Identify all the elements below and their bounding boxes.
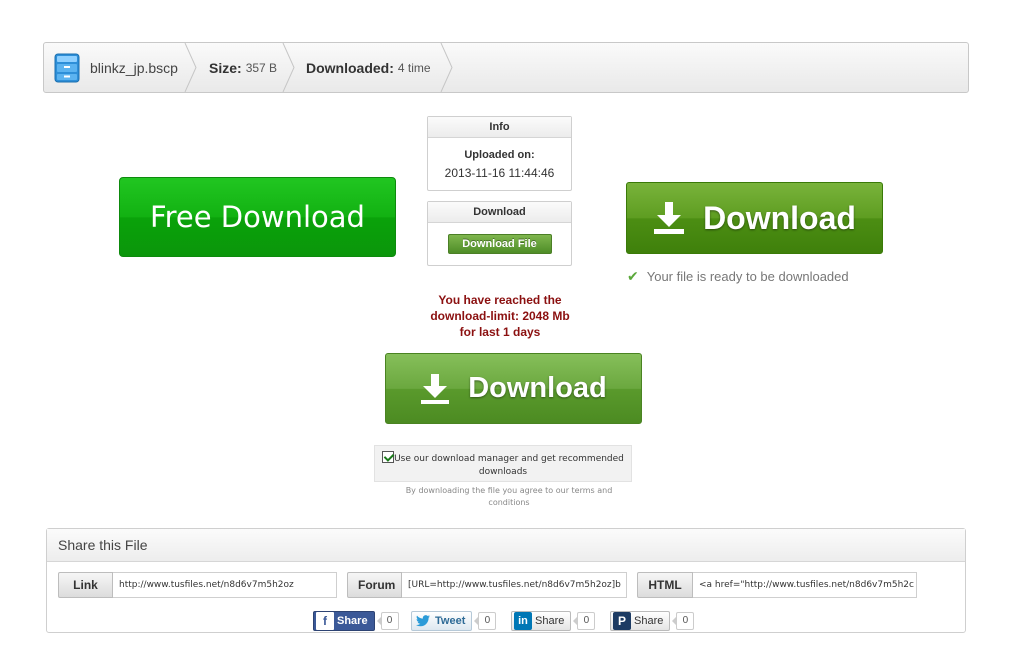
linkedin-share-button[interactable]: in Share (511, 611, 572, 631)
forum-field[interactable]: [URL=http://www.tusfiles.net/n8d6v7m5h2o… (402, 572, 627, 598)
file-size-crumb: Size: 357 B (209, 43, 277, 92)
share-link-row: Link http://www.tusfiles.net/n8d6v7m5h2o… (58, 572, 337, 598)
download-button-primary-label: Download (703, 199, 856, 236)
file-info-bar: blinkz_jp.bscp Size: 357 B Downloaded: 4… (43, 42, 969, 93)
twitter-bird-icon (414, 612, 432, 630)
file-cabinet-icon (54, 53, 80, 82)
download-arrow-icon (654, 202, 685, 234)
download-manager-option: Use our download manager and get recomme… (374, 445, 632, 482)
downloaded-label: Downloaded: (306, 59, 394, 76)
pinterest-share: P Share 0 (610, 610, 695, 632)
facebook-share-label: Share (337, 615, 368, 627)
downloaded-value: 4 time (397, 60, 431, 75)
download-box: Download Download File (427, 201, 572, 266)
forum-label: Forum (347, 572, 402, 598)
download-button-primary[interactable]: Download (626, 182, 883, 254)
share-html-row: HTML <a href="http://www.tusfiles.net/n8… (637, 572, 917, 598)
breadcrumb-separator (282, 43, 295, 92)
pinterest-icon: P (613, 612, 631, 630)
free-download-button[interactable]: Free Download (119, 177, 396, 257)
size-label: Size: (209, 59, 242, 76)
download-manager-text: Use our download manager and get recomme… (394, 454, 624, 477)
download-manager-checkbox[interactable] (382, 451, 395, 463)
downloaded-crumb: Downloaded: 4 time (306, 43, 431, 92)
link-field[interactable]: http://www.tusfiles.net/n8d6v7m5h2oz (113, 572, 337, 598)
share-forum-row: Forum [URL=http://www.tusfiles.net/n8d6v… (347, 572, 627, 598)
html-label: HTML (637, 572, 693, 598)
facebook-share-button[interactable]: f Share (313, 611, 375, 631)
file-ready-text: Your file is ready to be downloaded (646, 269, 849, 284)
breadcrumb-separator (184, 43, 197, 92)
facebook-share: f Share 0 (313, 610, 399, 632)
share-panel-title: Share this File (47, 529, 965, 562)
download-arrow-icon (421, 373, 450, 404)
file-name-crumb: blinkz_jp.bscp (54, 43, 178, 92)
linkedin-share-count: 0 (573, 612, 596, 630)
download-file-button[interactable]: Download File (447, 234, 552, 254)
pinterest-share-button[interactable]: P Share (610, 611, 671, 631)
info-box-title: Info (428, 117, 571, 138)
checkmark-icon: ✔ (627, 268, 639, 284)
download-limit-message: You have reached the download-limit: 204… (430, 293, 570, 339)
info-box: Info Uploaded on: 2013-11-16 11:44:46 (427, 116, 572, 191)
file-name: blinkz_jp.bscp (90, 59, 178, 76)
pinterest-share-count: 0 (672, 612, 695, 630)
download-box-title: Download (428, 202, 571, 223)
html-field[interactable]: <a href="http://www.tusfiles.net/n8d6v7m… (693, 572, 917, 598)
share-panel: Share this File Link http://www.tusfiles… (46, 528, 966, 633)
size-value: 357 B (245, 60, 278, 75)
facebook-icon: f (316, 612, 334, 630)
uploaded-value: 2013-11-16 11:44:46 (444, 166, 555, 180)
linkedin-icon: in (514, 612, 532, 630)
link-label: Link (58, 572, 113, 598)
twitter-tweet-label: Tweet (435, 615, 466, 627)
download-button-secondary-label: Download (468, 372, 607, 404)
breadcrumb-separator (440, 43, 453, 92)
facebook-share-count: 0 (376, 612, 399, 630)
linkedin-share: in Share 0 (511, 610, 596, 632)
twitter-share: Tweet 0 (411, 610, 497, 632)
pinterest-share-label: Share (634, 615, 664, 627)
linkedin-share-label: Share (535, 615, 565, 627)
twitter-tweet-button[interactable]: Tweet (411, 611, 473, 631)
twitter-tweet-count: 0 (474, 612, 497, 630)
file-ready-status: ✔ Your file is ready to be downloaded (627, 268, 849, 285)
terms-notice: By downloading the file you agree to our… (405, 486, 613, 507)
download-button-secondary[interactable]: Download (385, 353, 642, 424)
uploaded-label: Uploaded on: (464, 149, 535, 161)
